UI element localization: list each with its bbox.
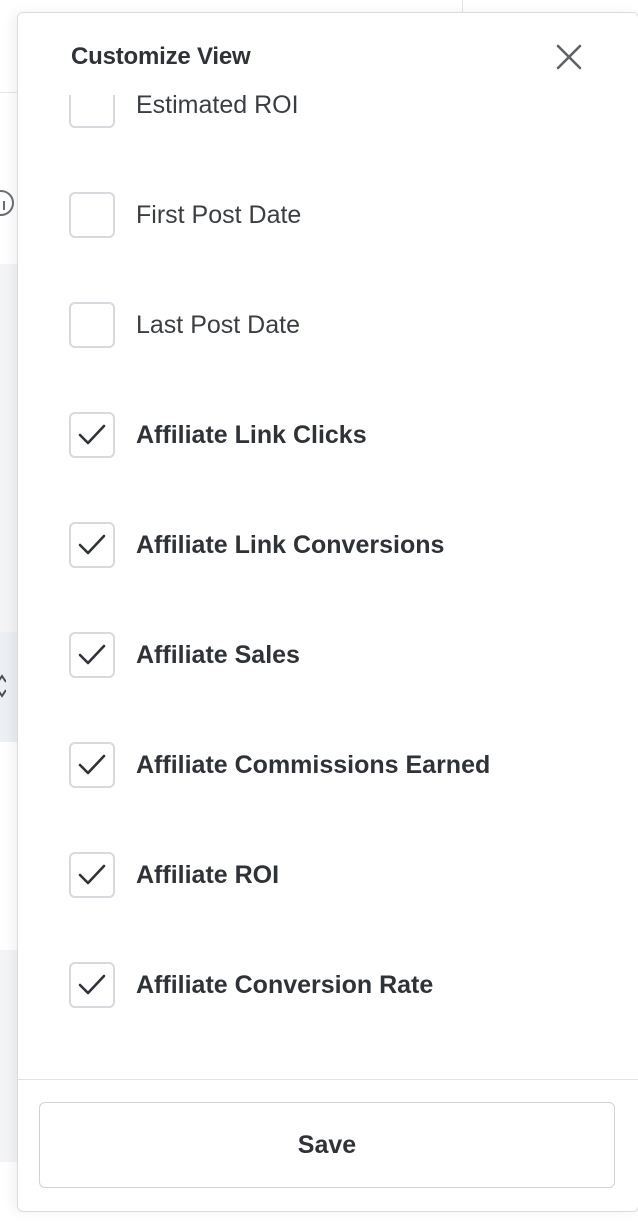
save-button[interactable]: Save bbox=[39, 1102, 615, 1188]
option-label: First Post Date bbox=[136, 200, 302, 229]
option-label: Affiliate Commissions Earned bbox=[136, 750, 491, 779]
info-icon bbox=[0, 190, 14, 216]
customize-view-panel: Estimated ROI First Post Date Last Post Da… bbox=[17, 12, 638, 1212]
option-label: Affiliate Conversion Rate bbox=[136, 970, 434, 999]
sort-icon bbox=[0, 674, 6, 698]
option-label: Last Post Date bbox=[136, 310, 300, 339]
column-option[interactable]: First Post Date bbox=[69, 190, 301, 240]
footer-divider bbox=[18, 1079, 638, 1080]
option-label: Affiliate Sales bbox=[136, 640, 300, 669]
checkmark-icon bbox=[78, 974, 106, 995]
checkbox[interactable] bbox=[69, 742, 115, 788]
checkmark-icon bbox=[78, 864, 106, 885]
checkmark-icon bbox=[78, 424, 106, 445]
option-label: Affiliate Link Conversions bbox=[136, 530, 445, 559]
column-option[interactable]: Last Post Date bbox=[69, 300, 300, 350]
column-option[interactable]: Affiliate Link Conversions bbox=[69, 520, 444, 570]
checkbox[interactable] bbox=[69, 412, 115, 458]
column-option[interactable]: Affiliate Conversion Rate bbox=[69, 960, 433, 1010]
close-icon bbox=[556, 44, 582, 70]
column-option[interactable]: Affiliate Commissions Earned bbox=[69, 740, 490, 790]
column-options-list[interactable]: Estimated ROI First Post Date Last Post Da… bbox=[18, 13, 638, 1079]
checkmark-icon bbox=[78, 754, 106, 775]
panel-header: Customize View bbox=[18, 13, 638, 95]
checkmark-icon bbox=[78, 534, 106, 555]
checkbox[interactable] bbox=[69, 522, 115, 568]
checkmark-icon bbox=[78, 644, 106, 665]
option-label: Affiliate ROI bbox=[136, 860, 280, 889]
close-button[interactable] bbox=[551, 39, 587, 75]
column-option[interactable]: Affiliate Sales bbox=[69, 630, 300, 680]
panel-title: Customize View bbox=[71, 43, 251, 70]
option-label: Affiliate Link Clicks bbox=[136, 420, 367, 449]
checkbox[interactable] bbox=[69, 192, 115, 238]
checkbox[interactable] bbox=[69, 962, 115, 1008]
checkbox[interactable] bbox=[69, 632, 115, 678]
column-option[interactable]: Affiliate Link Clicks bbox=[69, 410, 367, 460]
column-option[interactable]: Affiliate ROI bbox=[69, 850, 279, 900]
checkbox[interactable] bbox=[69, 852, 115, 898]
checkbox[interactable] bbox=[69, 302, 115, 348]
